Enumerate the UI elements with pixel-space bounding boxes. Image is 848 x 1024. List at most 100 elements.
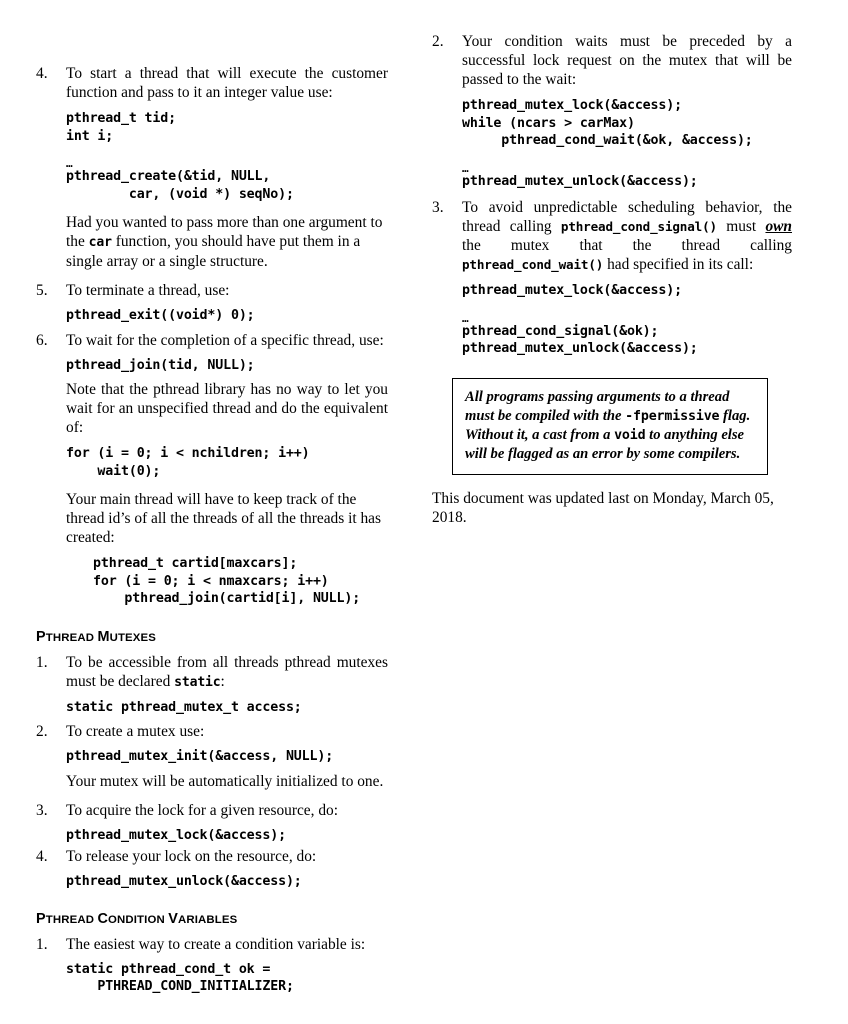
list-body: To avoid unpredictable scheduling behavi… xyxy=(462,198,792,358)
code-block: pthread_mutex_unlock(&access); xyxy=(66,874,302,889)
list-number: 4. xyxy=(36,848,48,865)
list-body: To release your lock on the resource, do… xyxy=(66,847,388,891)
list-item: 4. To release your lock on the resource,… xyxy=(36,847,388,891)
code-block: pthread_t tid; int i; xyxy=(66,111,176,144)
item-text: To wait for the completion of a specific… xyxy=(66,331,384,349)
ellipsis: … xyxy=(462,161,469,175)
inline-code: pthread_cond_wait() xyxy=(462,257,604,272)
heading-rest: UTEXES xyxy=(109,631,157,644)
code-block: pthread_mutex_lock(&access); xyxy=(462,283,682,298)
list-item: 6. To wait for the completion of a speci… xyxy=(36,331,388,608)
item-text: To terminate a thread, use: xyxy=(66,282,230,299)
list-item: 3. To acquire the lock for a given resou… xyxy=(36,801,388,845)
list-number: 3. xyxy=(432,199,444,216)
list-number: 5. xyxy=(36,282,48,299)
heading-cap: P xyxy=(36,910,46,927)
code-block: pthread_exit((void*) 0); xyxy=(66,308,255,323)
text-b: : xyxy=(220,672,225,690)
text-b: must xyxy=(716,218,766,235)
heading-rest: THREAD xyxy=(45,913,95,926)
ellipsis: … xyxy=(462,311,469,325)
left-column: 4. To start a thread that will execute t… xyxy=(36,64,388,1002)
code-block: pthread_mutex_lock(&access); while (ncar… xyxy=(462,98,753,148)
right-column: 2. Your condition waits must be preceded… xyxy=(432,32,792,527)
list-item: 1. The easiest way to create a condition… xyxy=(36,935,388,996)
section-heading-pthread-mutexes: PTHREAD MUTEXES xyxy=(36,628,388,646)
list-number: 1. xyxy=(36,935,48,953)
code-block: for (i = 0; i < nchildren; i++) wait(0); xyxy=(66,446,310,479)
inline-code: void xyxy=(614,427,646,443)
list-body: To be accessible from all threads pthrea… xyxy=(66,653,388,717)
heading-cap: V xyxy=(168,910,178,927)
list-item: 2. To create a mutex use: pthread_mutex_… xyxy=(36,722,388,791)
document-page: 4. To start a thread that will execute t… xyxy=(0,0,848,1024)
list-body: To terminate a thread, use: pthread_exit… xyxy=(66,281,388,325)
list-item: 2. Your condition waits must be preceded… xyxy=(432,32,792,190)
text-c: the mutex that the thread calling xyxy=(462,237,792,254)
item-note: Note that the pthread library has no way… xyxy=(66,381,388,436)
item-note: Had you wanted to pass more than one arg… xyxy=(66,213,388,271)
item-text: To start a thread that will execute the … xyxy=(66,65,388,101)
code-block: pthread_cond_signal(&ok); pthread_mutex_… xyxy=(462,323,698,357)
code-block: pthread_mutex_unlock(&access); xyxy=(462,173,698,189)
item-text: The easiest way to create a condition va… xyxy=(66,935,366,953)
list-item: 5. To terminate a thread, use: pthread_e… xyxy=(36,281,388,325)
heading-cap: M xyxy=(97,628,110,645)
inline-code: pthread_cond_signal() xyxy=(560,219,717,234)
list-number: 4. xyxy=(36,65,48,82)
heading-rest: THREAD xyxy=(45,631,95,644)
heading-rest: ONDITION xyxy=(107,913,165,926)
item-text: To be accessible from all threads pthrea… xyxy=(66,653,388,692)
note-line1-b: flag. xyxy=(719,407,751,424)
list-item: 4. To start a thread that will execute t… xyxy=(36,64,388,271)
list-number: 6. xyxy=(36,331,48,349)
list-item: 3. To avoid unpredictable scheduling beh… xyxy=(432,198,792,358)
list-item: 1. To be accessible from all threads pth… xyxy=(36,653,388,717)
list-body: To wait for the completion of a specific… xyxy=(66,331,388,608)
item-text: To avoid unpredictable scheduling behavi… xyxy=(462,198,792,274)
list-number: 2. xyxy=(432,33,444,50)
item-text: To acquire the lock for a given resource… xyxy=(66,801,338,819)
list-number: 1. xyxy=(36,653,48,671)
code-block: pthread_mutex_init(&access, NULL); xyxy=(66,749,334,764)
heading-rest: ARIABLES xyxy=(177,913,238,926)
item-text: To create a mutex use: xyxy=(66,723,205,740)
list-body: To create a mutex use: pthread_mutex_ini… xyxy=(66,722,388,791)
text-a: To be accessible from all threads pthrea… xyxy=(66,653,388,690)
emphasis-own: own xyxy=(765,218,792,235)
list-body: The easiest way to create a condition va… xyxy=(66,935,388,996)
section-heading-pthread-condition-variables: PTHREAD CONDITION VARIABLES xyxy=(36,910,388,928)
code-block: pthread_mutex_lock(&access); xyxy=(66,827,286,843)
item-text: To release your lock on the resource, do… xyxy=(66,848,317,865)
note-box: All programs passing arguments to a thre… xyxy=(452,377,768,475)
footer-updated-note: This document was updated last on Monday… xyxy=(432,489,774,526)
heading-cap: P xyxy=(36,628,46,645)
inline-code: -fpermissive xyxy=(625,408,720,424)
list-number: 3. xyxy=(36,801,48,819)
item-note: Your main thread will have to keep track… xyxy=(66,491,381,546)
list-number: 2. xyxy=(36,723,48,740)
code-block: pthread_create(&tid, NULL, car, (void *)… xyxy=(66,169,294,202)
code-block: pthread_t cartid[maxcars]; for (i = 0; i… xyxy=(93,556,361,606)
note-line2-a: Without it, a cast from a xyxy=(465,426,615,443)
inline-code: car xyxy=(88,235,112,250)
inline-code: static xyxy=(174,674,221,690)
item-text: Your condition waits must be preceded by… xyxy=(462,33,792,88)
list-body: To start a thread that will execute the … xyxy=(66,64,388,271)
list-body: To acquire the lock for a given resource… xyxy=(66,801,388,845)
item-note: Your mutex will be automatically initial… xyxy=(66,772,384,790)
text-d: had specified in its call: xyxy=(603,256,754,273)
code-block: pthread_join(tid, NULL); xyxy=(66,357,255,373)
note-box-text: All programs passing arguments to a thre… xyxy=(465,388,756,464)
heading-cap: C xyxy=(97,910,108,927)
ellipsis: … xyxy=(66,157,73,170)
code-block: static pthread_mutex_t access; xyxy=(66,699,302,715)
list-body: Your condition waits must be preceded by… xyxy=(462,32,792,190)
code-block: static pthread_cond_t ok = PTHREAD_COND_… xyxy=(66,961,294,995)
